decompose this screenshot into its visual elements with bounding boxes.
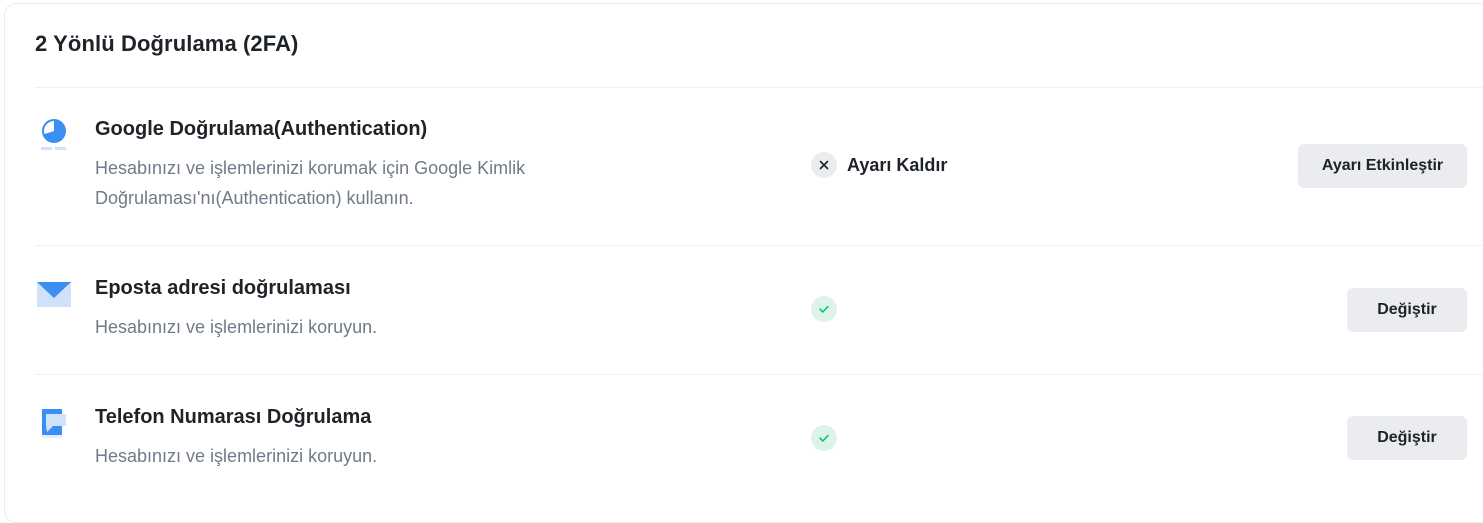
row-description-line: Doğrulaması'nı(Authentication) kullanın.	[95, 188, 414, 208]
row-description-line: Hesabınızı ve işlemlerinizi koruyun.	[95, 446, 378, 466]
row-description: Hesabınızı ve işlemlerinizi korumak için…	[95, 153, 655, 213]
status-enabled	[811, 296, 837, 322]
check-icon	[811, 296, 837, 322]
google-authenticator-icon	[35, 118, 71, 154]
row-description: Hesabınızı ve işlemlerinizi koruyun.	[95, 441, 655, 471]
status-enabled	[811, 425, 837, 451]
phone-message-icon	[35, 407, 71, 443]
row-title: Eposta adresi doğrulaması	[95, 277, 351, 299]
row-description: Hesabınızı ve işlemlerinizi koruyun.	[95, 312, 655, 342]
row-title: Google Doğrulama(Authentication)	[95, 118, 428, 140]
check-icon	[811, 425, 837, 451]
row-description-line: Hesabınızı ve işlemlerinizi koruyun.	[95, 317, 378, 337]
row-phone-verification: Telefon Numarası Doğrulama Hesabınızı ve…	[35, 375, 1467, 499]
close-icon	[811, 152, 837, 178]
envelope-icon	[35, 276, 71, 312]
section-title: 2 Yönlü Doğrulama (2FA)	[35, 31, 299, 56]
row-email-verification: Eposta adresi doğrulaması Hesabınızı ve …	[35, 246, 1467, 374]
status-label: Ayarı Kaldır	[847, 154, 948, 175]
change-email-button[interactable]: Değiştir	[1347, 288, 1467, 332]
row-title: Telefon Numarası Doğrulama	[95, 406, 372, 428]
enable-setting-button[interactable]: Ayarı Etkinleştir	[1298, 144, 1467, 188]
row-google-auth: Google Doğrulama(Authentication) Hesabın…	[35, 88, 1467, 245]
change-phone-button[interactable]: Değiştir	[1347, 416, 1467, 460]
status-disabled[interactable]: Ayarı Kaldır	[811, 152, 947, 178]
row-description-line: Hesabınızı ve işlemlerinizi korumak için…	[95, 158, 526, 178]
